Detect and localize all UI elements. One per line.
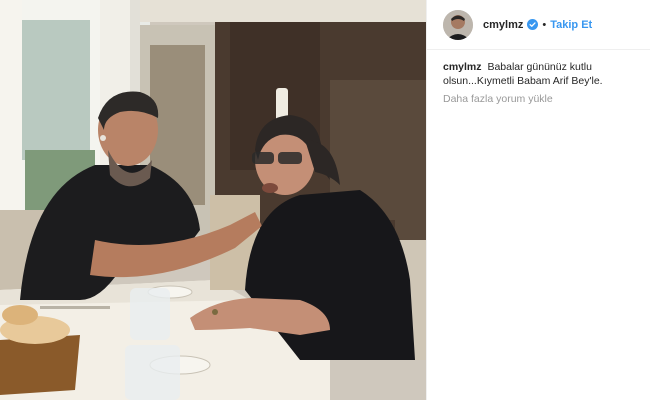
profile-avatar[interactable] bbox=[443, 9, 473, 40]
post-photo-illustration bbox=[0, 0, 426, 400]
load-more-comments-link[interactable]: Daha fazla yorum yükle bbox=[443, 93, 553, 105]
follow-button[interactable]: Takip Et bbox=[550, 19, 592, 31]
separator-dot: • bbox=[542, 18, 547, 31]
post-caption: cmylmz Babalar gününüz kutlu olsun...Kıy… bbox=[443, 60, 639, 88]
post-photo[interactable] bbox=[0, 0, 426, 400]
post-header: cmylmz • Takip Et bbox=[427, 0, 650, 50]
instagram-post: cmylmz • Takip Et cmylmz Babalar gününüz… bbox=[0, 0, 650, 400]
avatar-image bbox=[443, 9, 473, 40]
verified-badge-icon bbox=[527, 19, 539, 30]
username-link[interactable]: cmylmz bbox=[483, 19, 523, 31]
caption-username-link[interactable]: cmylmz bbox=[443, 61, 482, 73]
post-side-panel: cmylmz • Takip Et cmylmz Babalar gününüz… bbox=[426, 0, 650, 400]
